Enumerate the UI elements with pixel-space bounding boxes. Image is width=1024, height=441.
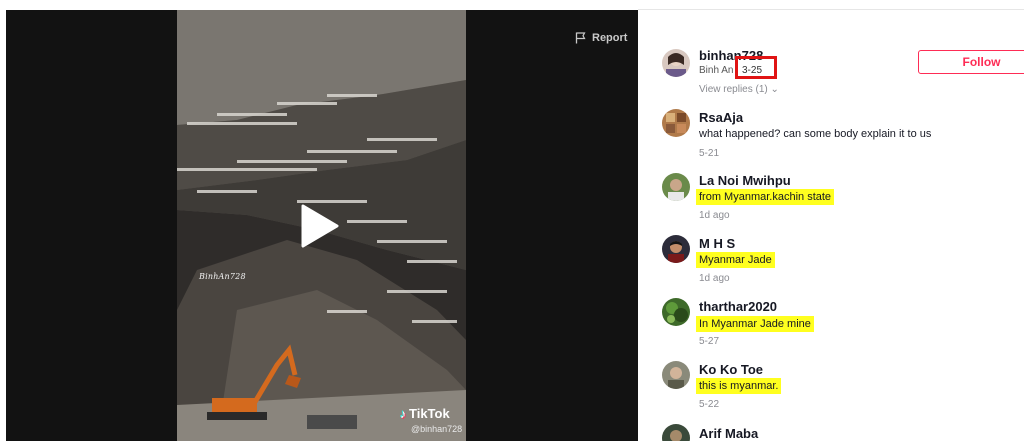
comment-date: 5-27	[699, 336, 720, 347]
comment-username[interactable]: M H S	[699, 236, 735, 251]
play-icon[interactable]	[299, 204, 339, 248]
tiktok-note-icon: ♪	[400, 407, 406, 421]
comment-text: this is myanmar.	[696, 378, 782, 394]
avatar[interactable]	[662, 109, 690, 137]
avatar[interactable]	[662, 424, 690, 441]
flag-icon	[575, 32, 586, 44]
comment-date: 1d ago	[699, 210, 730, 221]
comment-date: 5-21	[699, 148, 720, 159]
avatar[interactable]	[662, 49, 690, 77]
comment-username[interactable]: Arif Maba	[699, 426, 758, 441]
report-label: Report	[592, 32, 628, 44]
video-panel[interactable]: BinhAn728 ♪ TikTok @binhan728 Report	[6, 10, 638, 441]
comment-text: Myanmar Jade	[696, 252, 775, 268]
comment-text: from Myanmar.kachin state	[696, 189, 835, 205]
comment-date: 5-22	[699, 399, 720, 410]
view-replies-label: View replies (1)	[699, 84, 768, 95]
comments-panel[interactable]: binhan728 Binh An 3-25 View replies (1) …	[638, 10, 1024, 441]
tiktok-logo: ♪ TikTok	[400, 406, 450, 421]
comment-username[interactable]: tharthar2020	[699, 299, 777, 314]
comment-text: what happened? can some body explain it …	[699, 128, 932, 140]
comment-text: In Myanmar Jade mine	[696, 316, 814, 332]
tiktok-label: TikTok	[409, 406, 450, 421]
avatar[interactable]	[662, 361, 690, 389]
comment-username[interactable]: RsaAja	[699, 110, 743, 125]
comment-date: 1d ago	[699, 273, 730, 284]
comment-username[interactable]: Ko Ko Toe	[699, 362, 763, 377]
video-watermark: BinhAn728	[199, 272, 246, 281]
comment-subname: Binh An	[699, 65, 734, 76]
avatar[interactable]	[662, 173, 690, 201]
page: BinhAn728 ♪ TikTok @binhan728 Report binh…	[0, 0, 1024, 441]
tiktok-handle: @binhan728	[411, 424, 463, 434]
report-button[interactable]: Report	[575, 32, 627, 44]
follow-button[interactable]: Follow	[918, 50, 1024, 74]
comment-username[interactable]: La Noi Mwihpu	[699, 173, 791, 188]
avatar[interactable]	[662, 235, 690, 263]
chevron-down-icon: ⌄	[770, 84, 779, 95]
video-player[interactable]: BinhAn728 ♪ TikTok @binhan728	[177, 10, 466, 441]
avatar[interactable]	[662, 298, 690, 326]
annotation-highlight-box	[735, 56, 777, 79]
view-replies-link[interactable]: View replies (1) ⌄	[699, 84, 779, 95]
